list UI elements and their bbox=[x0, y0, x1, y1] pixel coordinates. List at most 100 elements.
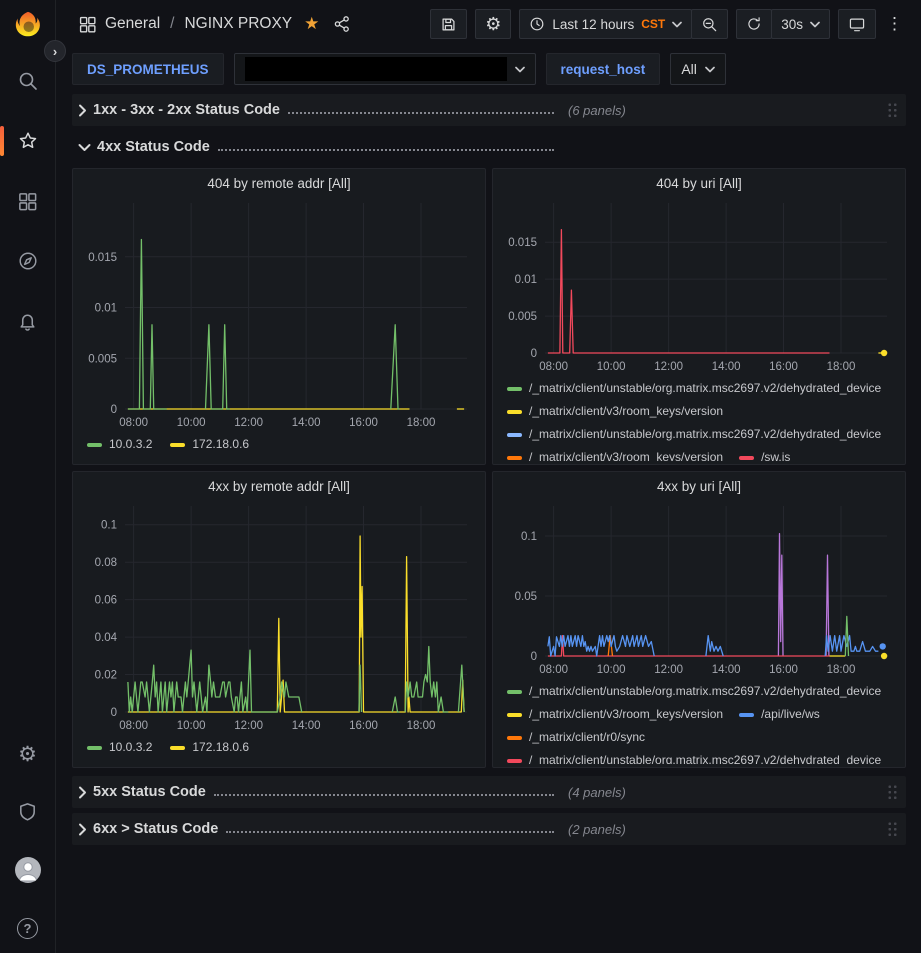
variable-select-request-host[interactable]: All bbox=[670, 53, 726, 85]
svg-text:0: 0 bbox=[531, 348, 537, 360]
sidebar-item-server-admin[interactable] bbox=[8, 795, 48, 829]
timeseries-chart: 00.020.040.060.080.108:0010:0012:0014:00… bbox=[81, 500, 479, 736]
legend-series-label: /_matrix/client/unstable/org.matrix.msc2… bbox=[529, 423, 881, 446]
svg-text:10:00: 10:00 bbox=[597, 361, 626, 373]
panel-title[interactable]: 404 by uri [All] bbox=[501, 169, 897, 197]
help-icon: ? bbox=[17, 918, 38, 939]
monitor-icon bbox=[848, 16, 866, 33]
legend-series-color bbox=[739, 713, 754, 717]
redacted-value bbox=[245, 57, 507, 81]
sidebar-item-dashboards[interactable] bbox=[8, 184, 48, 218]
legend-item[interactable]: /_matrix/client/unstable/org.matrix.msc2… bbox=[507, 377, 881, 400]
row-6xx[interactable]: 6xx > Status Code (2 panels) bbox=[72, 813, 906, 845]
sidebar-item-explore[interactable] bbox=[8, 244, 48, 278]
svg-text:0.015: 0.015 bbox=[508, 237, 537, 249]
sidebar-expand-button[interactable]: › bbox=[44, 40, 66, 62]
svg-text:0.01: 0.01 bbox=[95, 303, 117, 315]
svg-text:18:00: 18:00 bbox=[407, 417, 436, 429]
avatar bbox=[15, 857, 41, 883]
svg-text:14:00: 14:00 bbox=[292, 417, 321, 429]
legend-series-color bbox=[507, 759, 522, 763]
svg-text:08:00: 08:00 bbox=[119, 417, 148, 429]
row-title: 1xx - 3xx - 2xx Status Code bbox=[93, 102, 280, 118]
chevron-down-icon bbox=[78, 143, 91, 152]
legend-item[interactable]: 172.18.0.6 bbox=[170, 433, 249, 456]
panel-4xx-by-uri: 4xx by uri [All] 00.050.108:0010:0012:00… bbox=[492, 471, 906, 768]
panel-legend: 10.0.3.2 172.18.0.6 bbox=[81, 736, 477, 759]
sidebar-top-group bbox=[8, 64, 48, 338]
search-icon bbox=[17, 70, 39, 92]
legend-item[interactable]: /_matrix/client/unstable/org.matrix.msc2… bbox=[507, 749, 881, 764]
legend-item[interactable]: /api/live/ws bbox=[739, 703, 820, 726]
legend-series-label: /_matrix/client/v3/room_keys/version bbox=[529, 446, 723, 461]
panel-title[interactable]: 404 by remote addr [All] bbox=[81, 169, 477, 197]
sidebar-item-starred[interactable] bbox=[8, 124, 48, 158]
legend-series-label: /_matrix/client/unstable/org.matrix.msc2… bbox=[529, 377, 881, 400]
time-range-label: Last 12 hours bbox=[552, 17, 634, 32]
save-icon bbox=[440, 16, 457, 33]
sidebar-item-search[interactable] bbox=[8, 64, 48, 98]
zoom-out-button[interactable] bbox=[691, 9, 728, 39]
svg-text:12:00: 12:00 bbox=[234, 417, 263, 429]
sidebar-item-profile[interactable] bbox=[8, 853, 48, 887]
panel-title[interactable]: 4xx by remote addr [All] bbox=[81, 472, 477, 500]
grafana-logo[interactable] bbox=[13, 10, 43, 40]
legend-series-label: 172.18.0.6 bbox=[192, 736, 249, 759]
legend-item[interactable]: /sw.js bbox=[739, 446, 790, 461]
svg-text:0.05: 0.05 bbox=[515, 591, 537, 603]
sidebar-item-alerting[interactable] bbox=[8, 304, 48, 338]
legend-series-label: /api/live/ws bbox=[761, 703, 820, 726]
sidebar: › bbox=[0, 0, 56, 953]
row-drag-handle[interactable] bbox=[887, 102, 898, 119]
breadcrumb-section[interactable]: General bbox=[105, 15, 160, 33]
legend-series-label: /_matrix/client/unstable/org.matrix.msc2… bbox=[529, 680, 881, 703]
more-options-button[interactable]: ⋮ bbox=[884, 9, 905, 39]
save-dashboard-button[interactable] bbox=[430, 9, 467, 39]
legend-item[interactable]: 10.0.3.2 bbox=[87, 736, 152, 759]
panel-title[interactable]: 4xx by uri [All] bbox=[501, 472, 897, 500]
favorite-star-icon[interactable]: ★ bbox=[304, 14, 319, 34]
legend-item[interactable]: /_matrix/client/v3/room_keys/version bbox=[507, 703, 723, 726]
kebab-icon: ⋮ bbox=[886, 14, 903, 34]
refresh-interval-picker[interactable]: 30s bbox=[771, 9, 830, 39]
variable-select-ds-prometheus[interactable] bbox=[234, 53, 536, 85]
row-4xx[interactable]: 4xx Status Code bbox=[72, 131, 906, 163]
legend-series-color bbox=[507, 387, 522, 391]
compass-icon bbox=[17, 250, 39, 272]
legend-item[interactable]: /_matrix/client/v3/room_keys/version bbox=[507, 400, 723, 423]
sidebar-item-configuration[interactable]: ⚙ bbox=[8, 737, 48, 771]
svg-text:0.1: 0.1 bbox=[521, 531, 537, 543]
legend-item[interactable]: /_matrix/client/v3/room_keys/version bbox=[507, 446, 723, 461]
time-range-picker[interactable]: Last 12 hours CST bbox=[519, 9, 692, 39]
legend-series-color bbox=[507, 456, 522, 460]
legend-item[interactable]: 10.0.3.2 bbox=[87, 433, 152, 456]
svg-text:10:00: 10:00 bbox=[177, 417, 206, 429]
chevron-down-icon bbox=[810, 21, 820, 28]
legend-item[interactable]: 172.18.0.6 bbox=[170, 736, 249, 759]
panel-legend: /_matrix/client/unstable/org.matrix.msc2… bbox=[501, 680, 897, 764]
svg-text:18:00: 18:00 bbox=[827, 664, 856, 676]
row-drag-handle[interactable] bbox=[887, 784, 898, 801]
legend-item[interactable]: /_matrix/client/unstable/org.matrix.msc2… bbox=[507, 423, 881, 446]
share-icon[interactable] bbox=[333, 15, 351, 33]
legend-series-color bbox=[87, 746, 102, 750]
row-drag-handle[interactable] bbox=[887, 821, 898, 838]
row-dots-leader bbox=[218, 141, 554, 151]
svg-text:12:00: 12:00 bbox=[654, 664, 683, 676]
legend-series-label: 172.18.0.6 bbox=[192, 433, 249, 456]
legend-item[interactable]: /_matrix/client/unstable/org.matrix.msc2… bbox=[507, 680, 881, 703]
row-5xx[interactable]: 5xx Status Code (4 panels) bbox=[72, 776, 906, 808]
legend-item[interactable]: /_matrix/client/r0/sync bbox=[507, 726, 645, 749]
dashboard-settings-button[interactable]: ⚙ bbox=[475, 9, 511, 39]
svg-text:08:00: 08:00 bbox=[539, 664, 568, 676]
tv-mode-button[interactable] bbox=[838, 9, 876, 39]
timezone-label: CST bbox=[641, 17, 665, 31]
legend-series-color bbox=[87, 443, 102, 447]
svg-text:12:00: 12:00 bbox=[234, 720, 263, 732]
sidebar-item-help[interactable]: ? bbox=[8, 911, 48, 945]
legend-series-color bbox=[507, 410, 522, 414]
breadcrumb: General / NGINX PROXY ★ bbox=[78, 14, 351, 34]
row-1xx-3xx-2xx[interactable]: 1xx - 3xx - 2xx Status Code (6 panels) bbox=[72, 94, 906, 126]
dashboard-title[interactable]: NGINX PROXY bbox=[184, 15, 292, 33]
refresh-button[interactable] bbox=[736, 9, 772, 39]
